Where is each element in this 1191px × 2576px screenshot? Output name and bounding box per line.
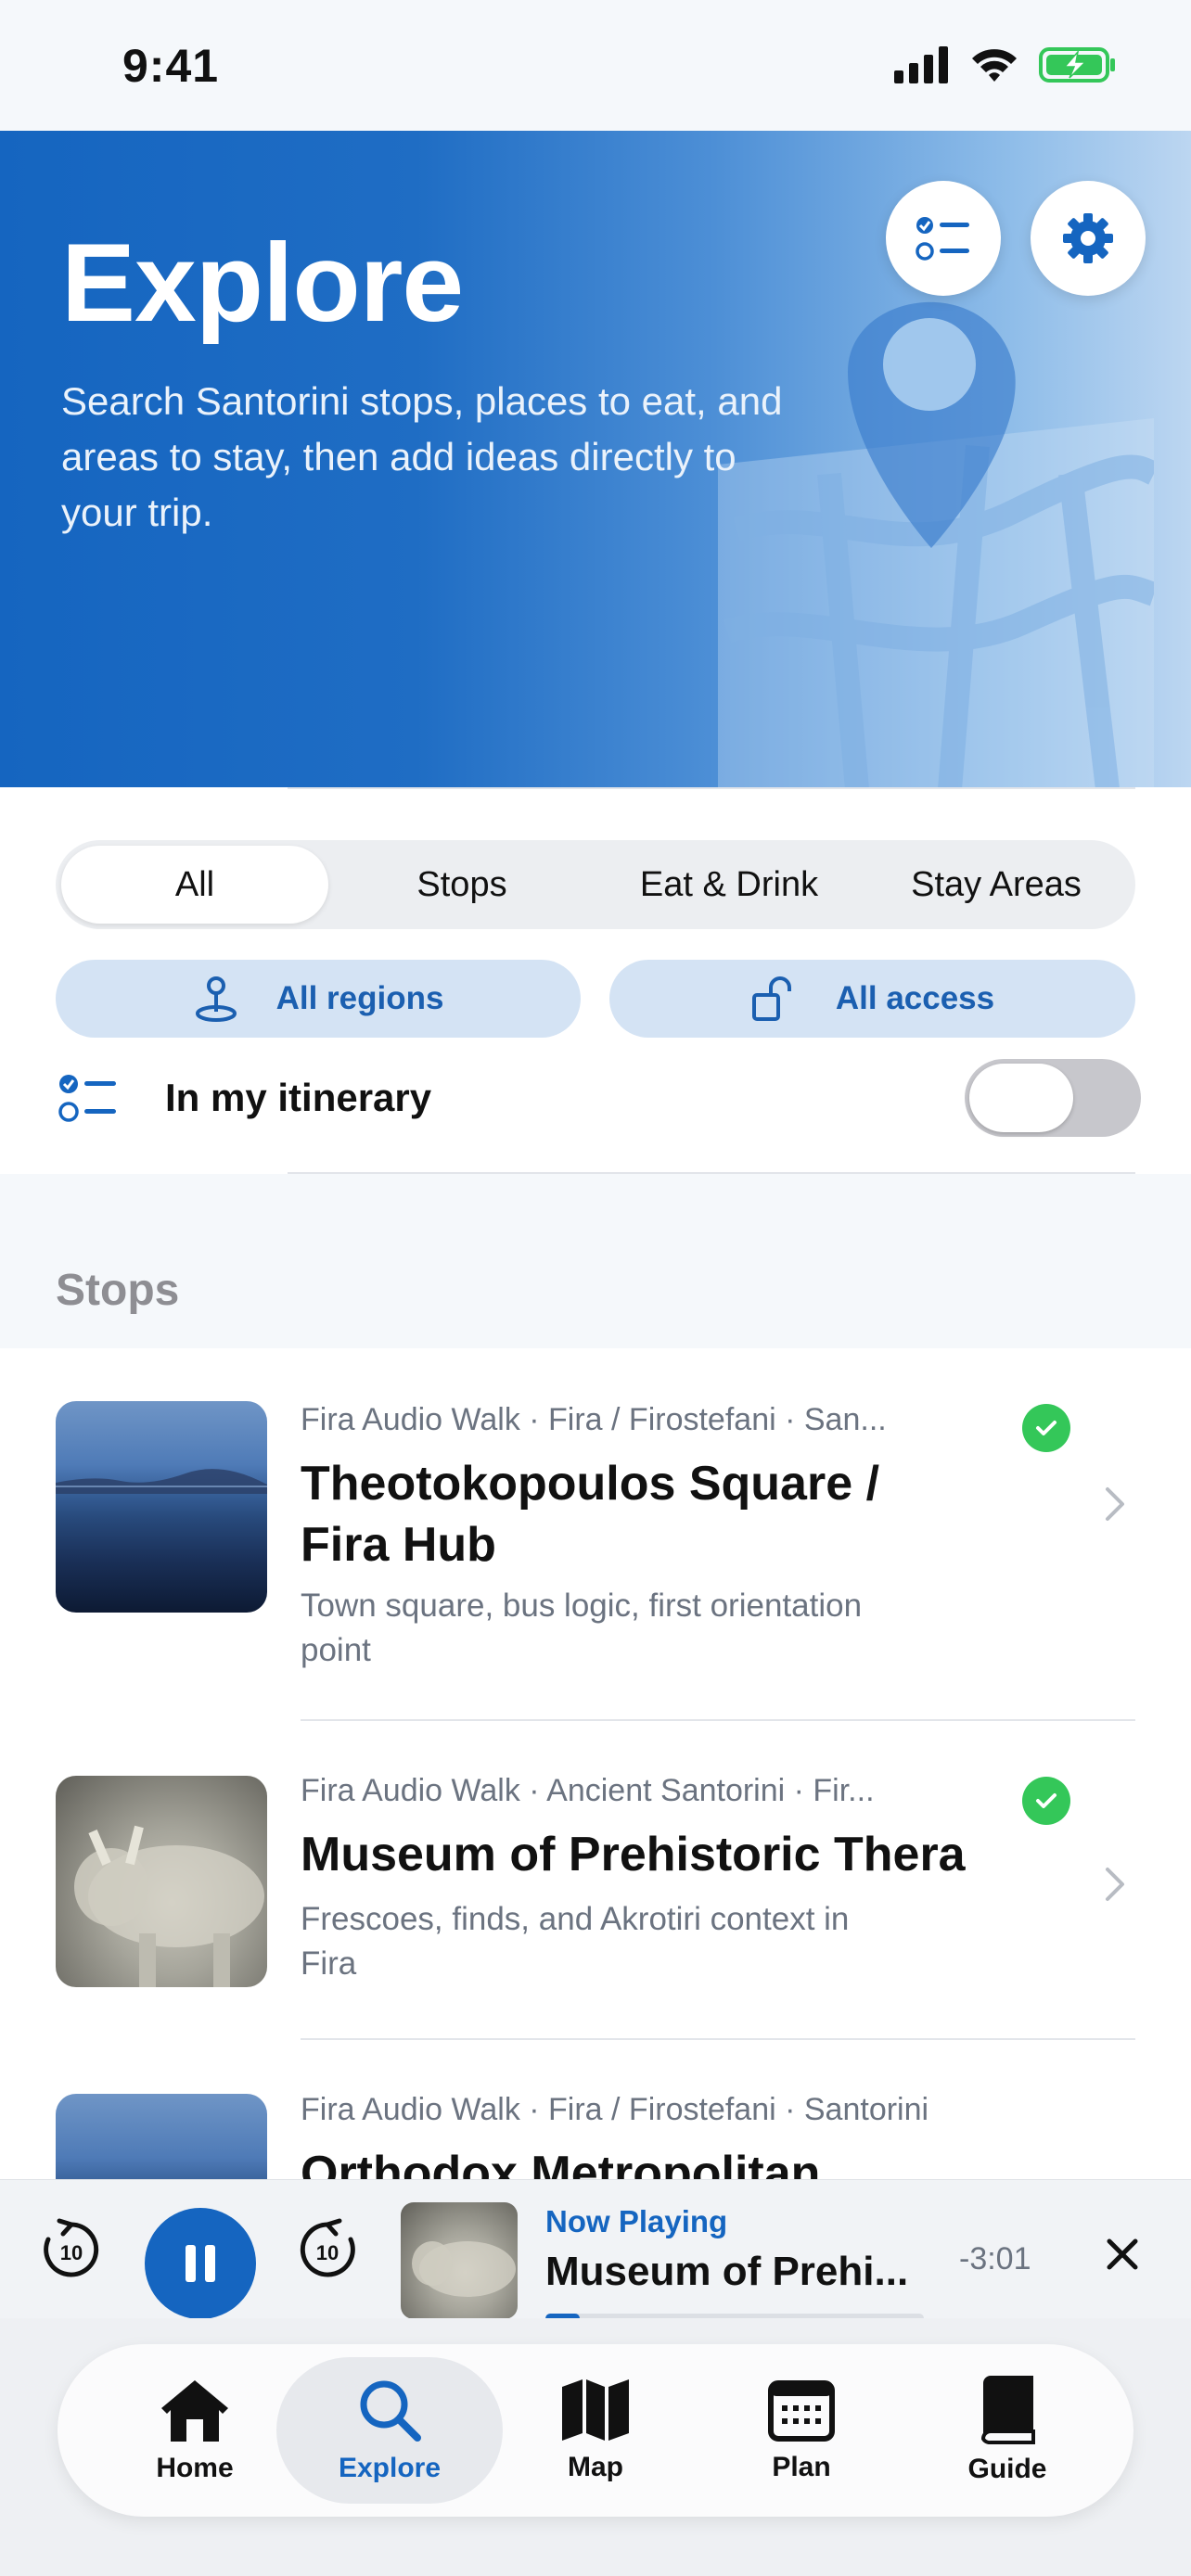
itinerary-list-button[interactable] [886,181,1001,296]
tab-plan[interactable]: Plan [688,2357,915,2504]
tab-map[interactable]: Map [482,2357,709,2504]
regions-filter-label: All regions [275,980,444,1016]
pause-icon [186,2245,215,2282]
mini-player: 10 10 Now Playing Museum of Prehi... -3:… [0,2179,1191,2323]
search-icon [360,2380,421,2442]
section-title: Stops [56,1266,180,1315]
tab-label: Map [568,2452,623,2482]
wifi-icon [972,49,1017,82]
now-playing-thumbnail[interactable] [401,2202,518,2319]
time-remaining: -3:01 [959,2241,1031,2276]
chevron-right-icon [1106,1868,1124,1901]
stop-meta: Fira Audio Walk · Fira / Firostefani · S… [301,2092,929,2127]
stop-title: Museum of Prehistoric Thera [301,1828,966,1881]
in-itinerary-check-icon [1022,1777,1070,1825]
cellular-signal-icon [894,46,948,83]
stop-thumbnail [56,2094,267,2179]
tab-label: Guide [967,2454,1047,2484]
checklist-icon [916,217,969,261]
list-item[interactable]: Fira Audio Walk · Fira / Firostefani · S… [0,2040,1191,2179]
skip-back-10-icon[interactable]: 10 [39,2217,104,2282]
stop-title: Orthodox Metropolitan [301,2147,821,2179]
status-icons [894,46,1117,83]
divider [288,787,1135,789]
in-itinerary-row: In my itinerary [56,1057,1141,1139]
chevron-right-icon [1106,1487,1124,1521]
map-icon [562,2379,629,2441]
segment-stops[interactable]: Stops [328,846,596,924]
segment-all[interactable]: All [61,846,328,924]
status-bar: 9:41 [0,0,1191,131]
access-filter-button[interactable]: All access [609,960,1135,1038]
now-playing-label: Now Playing [545,2204,728,2238]
tab-label: Plan [772,2452,831,2482]
tab-home[interactable]: Home [82,2357,308,2504]
now-playing-title[interactable]: Museum of Prehi... [545,2249,926,2295]
stop-description: Town square, bus logic, first orientatio… [301,1588,863,1668]
stop-thumbnail [56,1776,267,1987]
category-segmented-control: All Stops Eat & Drink Stay Areas [56,840,1135,929]
close-icon[interactable] [1102,2234,1143,2275]
toggle-knob [969,1064,1073,1132]
tab-label: Home [156,2453,234,2483]
book-icon [980,2376,1035,2444]
tab-explore[interactable]: Explore [276,2357,503,2504]
pause-button[interactable] [145,2208,256,2319]
settings-button[interactable] [1031,181,1146,296]
section-header-background [0,1174,1191,1348]
regions-filter-button[interactable]: All regions [56,960,581,1038]
stop-description: Frescoes, finds, and Akrotiri context in… [301,1901,850,1982]
location-pin-icon [195,976,237,1022]
tab-guide[interactable]: Guide [894,2357,1121,2504]
segment-eat-drink[interactable]: Eat & Drink [596,846,863,924]
stop-title: Theotokopoulos Square / Fira Hub [301,1457,880,1572]
segment-stay-areas[interactable]: Stay Areas [863,846,1130,924]
list-item[interactable]: Fira Audio Walk · Ancient Santorini · Fi… [0,1721,1191,2040]
page-title: Explore [61,221,464,345]
stop-meta: Fira Audio Walk · Fira / Firostefani · S… [301,1402,887,1437]
in-itinerary-check-icon [1022,1404,1070,1452]
skip-forward-10-icon[interactable]: 10 [295,2217,360,2282]
checklist-icon [56,1065,121,1130]
home-icon [161,2380,228,2442]
in-itinerary-label: In my itinerary [165,1076,432,1119]
status-time: 9:41 [122,40,220,92]
page-subtitle: Search Santorini stops, places to eat, a… [61,379,783,534]
access-filter-label: All access [835,980,995,1016]
gear-icon [1063,213,1113,263]
svg-text:10: 10 [60,2241,83,2264]
svg-text:10: 10 [316,2241,339,2264]
stop-meta: Fira Audio Walk · Ancient Santorini · Fi… [301,1773,875,1808]
in-itinerary-toggle[interactable] [965,1059,1141,1137]
unlock-icon [751,976,791,1021]
explore-hero: Explore Search Santorini stops, places t… [0,131,1191,787]
tab-bar: Home Explore Map Plan Guide [58,2344,1133,2517]
list-item[interactable]: Fira Audio Walk · Fira / Firostefani · S… [0,1346,1191,1721]
calendar-icon [768,2380,835,2442]
tab-label: Explore [338,2453,442,2483]
battery-charging-icon [1039,47,1115,83]
stop-thumbnail [56,1401,267,1613]
